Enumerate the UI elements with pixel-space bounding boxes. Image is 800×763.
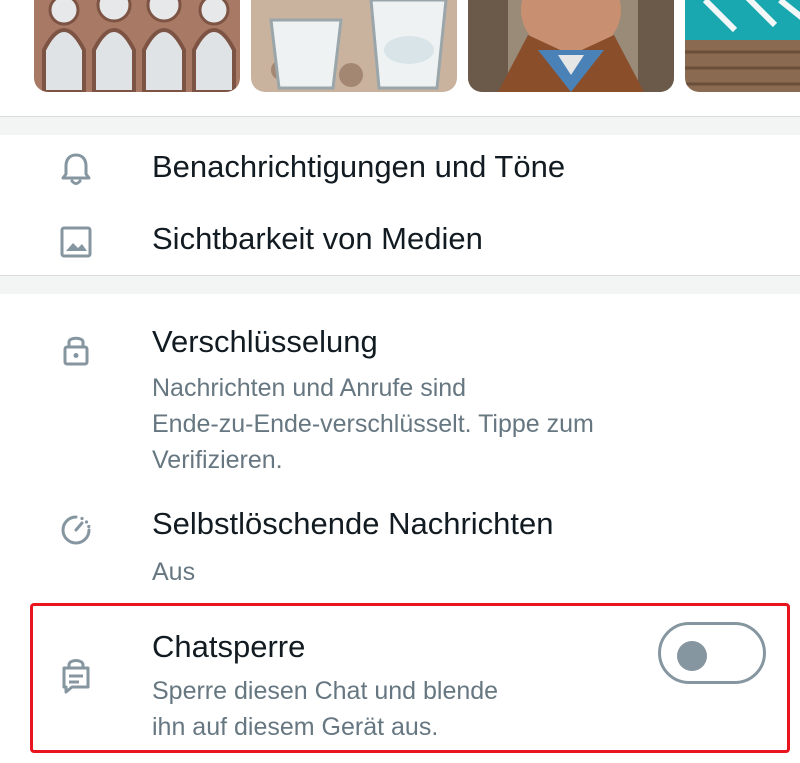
notifications-row[interactable]: Benachrichtigungen und Töne: [0, 135, 800, 201]
image-icon: [56, 222, 96, 262]
lock-icon: [56, 330, 96, 370]
notifications-title: Benachrichtigungen und Töne: [152, 149, 566, 184]
encryption-title: Verschlüsselung: [152, 324, 378, 359]
media-thumbnail-glasses[interactable]: [251, 0, 457, 92]
notifications-section: Benachrichtigungen und Töne Sichtbarkeit…: [0, 135, 800, 275]
media-thumbnail-graffiti[interactable]: [685, 0, 800, 92]
chat-lock-subtitle-line-2: ihn auf diesem Gerät aus.: [152, 713, 439, 741]
encryption-subtitle-line-3: Verifizieren.: [152, 446, 283, 474]
disappearing-messages-title: Selbstlöschende Nachrichten: [152, 506, 554, 541]
section-divider: [0, 116, 800, 135]
media-strip: [0, 0, 800, 115]
media-visibility-row[interactable]: Sichtbarkeit von Medien: [0, 207, 800, 275]
media-thumbnail-rose-window[interactable]: [34, 0, 240, 92]
section-divider: [0, 275, 800, 294]
encryption-row[interactable]: Verschlüsselung Nachrichten und Anrufe s…: [0, 294, 800, 484]
chat-lock-title: Chatsperre: [152, 629, 306, 664]
encryption-subtitle-line-2: Ende-zu-Ende-verschlüsselt. Tippe zum: [152, 410, 594, 438]
media-visibility-title: Sichtbarkeit von Medien: [152, 221, 483, 256]
toggle-knob: [677, 641, 707, 671]
disappearing-messages-row[interactable]: Selbstlöschende Nachrichten Aus: [0, 494, 800, 594]
disappearing-messages-value: Aus: [152, 558, 196, 586]
chat-lock-subtitle-line-1: Sperre diesen Chat und blende: [152, 677, 499, 705]
chat-lock-icon: [56, 655, 96, 695]
chat-lock-toggle[interactable]: [658, 622, 766, 684]
bell-icon: [56, 149, 96, 189]
timer-icon: [56, 510, 96, 550]
media-thumbnail-person[interactable]: [468, 0, 674, 92]
encryption-subtitle-line-1: Nachrichten und Anrufe sind: [152, 374, 467, 402]
